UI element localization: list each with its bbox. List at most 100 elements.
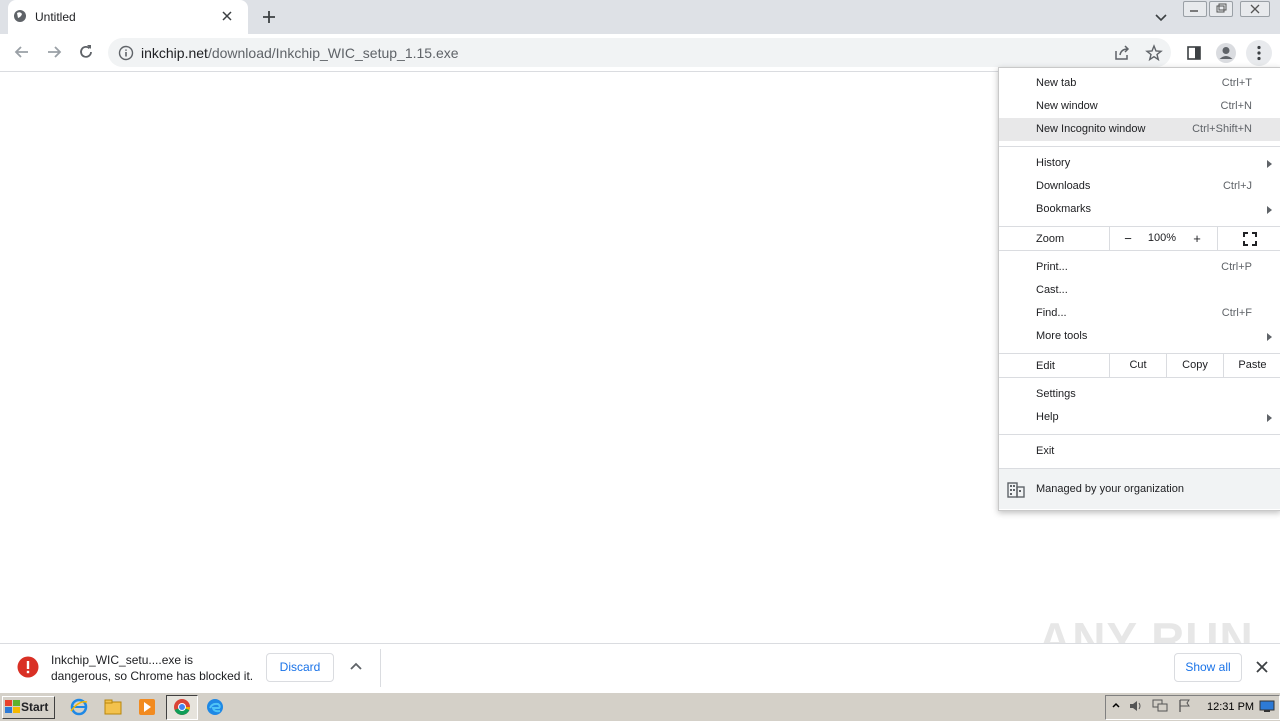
menu-item-label: New window bbox=[1036, 100, 1098, 112]
zoom-in-button[interactable]: + bbox=[1179, 227, 1215, 250]
submenu-arrow-icon bbox=[1267, 160, 1272, 168]
discard-button[interactable]: Discard bbox=[266, 653, 334, 682]
menu-item-downloads[interactable]: Downloads Ctrl+J bbox=[999, 175, 1280, 198]
flag-icon[interactable] bbox=[1177, 699, 1193, 713]
profile-avatar-icon[interactable] bbox=[1215, 42, 1237, 64]
edge-icon[interactable] bbox=[206, 698, 224, 716]
menu-item-history[interactable]: History bbox=[999, 152, 1280, 175]
media-player-icon[interactable] bbox=[138, 698, 156, 716]
network-icon[interactable] bbox=[1152, 699, 1168, 713]
menu-item-new-incognito-window[interactable]: New Incognito window Ctrl+Shift+N bbox=[999, 118, 1280, 141]
start-button[interactable]: Start bbox=[2, 696, 55, 719]
chevron-up-icon[interactable] bbox=[1110, 700, 1122, 712]
chrome-main-menu: New tab Ctrl+T New window Ctrl+N New Inc… bbox=[998, 67, 1280, 511]
restore-button[interactable] bbox=[1209, 1, 1233, 17]
close-icon bbox=[1250, 4, 1260, 14]
edit-label: Edit bbox=[1036, 360, 1055, 372]
show-desktop-icon[interactable] bbox=[1259, 699, 1275, 713]
menu-item-shortcut: Ctrl+T bbox=[1221, 77, 1252, 89]
menu-separator bbox=[999, 146, 1280, 147]
menu-item-new-tab[interactable]: New tab Ctrl+T bbox=[999, 72, 1280, 95]
menu-item-exit[interactable]: Exit bbox=[999, 440, 1280, 463]
minimize-button[interactable] bbox=[1183, 1, 1207, 17]
show-all-button[interactable]: Show all bbox=[1174, 653, 1242, 682]
menu-item-label: Print... bbox=[1036, 261, 1068, 273]
building-icon bbox=[1007, 482, 1025, 498]
bookmark-star-icon[interactable] bbox=[1144, 43, 1164, 63]
danger-warning-icon bbox=[17, 656, 39, 678]
menu-row-edit: Edit Cut Copy Paste bbox=[999, 354, 1280, 377]
menu-item-help[interactable]: Help bbox=[999, 406, 1280, 429]
windows-logo-icon bbox=[5, 700, 20, 713]
close-tab-icon[interactable] bbox=[219, 8, 235, 24]
zoom-out-button[interactable]: − bbox=[1109, 227, 1146, 250]
url-host: inkchip.net bbox=[141, 45, 208, 61]
menu-item-label: New Incognito window bbox=[1036, 123, 1146, 135]
internet-explorer-icon[interactable] bbox=[70, 698, 88, 716]
download-warning-line1: Inkchip_WIC_setu....exe is bbox=[51, 653, 194, 667]
menu-item-new-window[interactable]: New window Ctrl+N bbox=[999, 95, 1280, 118]
info-icon[interactable] bbox=[118, 45, 134, 61]
cut-button[interactable]: Cut bbox=[1109, 354, 1166, 377]
share-icon[interactable] bbox=[1112, 43, 1132, 63]
menu-item-label: Help bbox=[1036, 411, 1059, 423]
menu-item-label: New tab bbox=[1036, 77, 1077, 89]
menu-item-settings[interactable]: Settings bbox=[999, 383, 1280, 406]
menu-item-cast[interactable]: Cast... bbox=[999, 279, 1280, 302]
menu-button[interactable] bbox=[1246, 40, 1272, 66]
url-path: /download/Inkchip_WIC_setup_1.15.exe bbox=[207, 45, 459, 61]
reload-icon[interactable] bbox=[76, 42, 96, 62]
fullscreen-button[interactable] bbox=[1217, 227, 1280, 250]
menu-item-shortcut: Ctrl+F bbox=[1221, 307, 1252, 319]
menu-separator bbox=[999, 434, 1280, 435]
menu-item-label: Bookmarks bbox=[1036, 203, 1092, 215]
close-window-button[interactable] bbox=[1240, 1, 1270, 17]
menu-separator bbox=[999, 250, 1280, 251]
menu-item-bookmarks[interactable]: Bookmarks bbox=[999, 198, 1280, 221]
menu-item-managed[interactable]: Managed by your organization bbox=[999, 469, 1280, 509]
back-icon[interactable] bbox=[12, 42, 32, 62]
volume-icon[interactable] bbox=[1128, 699, 1144, 713]
forward-icon[interactable] bbox=[44, 42, 64, 62]
file-explorer-icon[interactable] bbox=[104, 698, 122, 716]
url-text: inkchip.net/download/Inkchip_WIC_setup_1… bbox=[141, 45, 459, 61]
menu-item-label: Find... bbox=[1036, 307, 1067, 319]
menu-item-shortcut: Ctrl+P bbox=[1221, 261, 1252, 273]
close-shelf-icon[interactable] bbox=[1254, 659, 1270, 675]
globe-icon bbox=[14, 10, 26, 22]
chevron-down-icon[interactable] bbox=[1152, 8, 1170, 26]
managed-label: Managed by your organization bbox=[1036, 483, 1184, 495]
download-shelf bbox=[0, 643, 1280, 693]
minimize-icon bbox=[1190, 10, 1198, 12]
fullscreen-icon bbox=[1242, 232, 1257, 246]
taskbar-clock: 12:31 PM bbox=[1207, 701, 1255, 713]
submenu-arrow-icon bbox=[1267, 333, 1272, 341]
submenu-arrow-icon bbox=[1267, 206, 1272, 214]
menu-item-label: Settings bbox=[1036, 388, 1076, 400]
restore-icon bbox=[1216, 3, 1227, 13]
copy-button[interactable]: Copy bbox=[1166, 354, 1223, 377]
chevron-up-icon[interactable] bbox=[348, 659, 364, 675]
menu-item-shortcut: Ctrl+N bbox=[1220, 100, 1252, 112]
zoom-level: 100% bbox=[1147, 232, 1177, 244]
shelf-divider bbox=[380, 649, 381, 687]
three-dots-vertical-icon bbox=[1257, 45, 1261, 61]
menu-item-print[interactable]: Print... Ctrl+P bbox=[999, 256, 1280, 279]
new-tab-icon[interactable] bbox=[259, 7, 279, 27]
menu-item-label: Cast... bbox=[1036, 284, 1068, 296]
menu-item-more-tools[interactable]: More tools bbox=[999, 325, 1280, 348]
taskbar-chrome-button[interactable] bbox=[166, 695, 198, 720]
chrome-icon bbox=[174, 699, 190, 715]
menu-item-label: History bbox=[1036, 157, 1071, 169]
paste-button[interactable]: Paste bbox=[1223, 354, 1280, 377]
tab-title: Untitled bbox=[35, 10, 76, 24]
side-panel-icon[interactable] bbox=[1184, 43, 1204, 63]
menu-item-label: Downloads bbox=[1036, 180, 1091, 192]
menu-item-shortcut: Ctrl+J bbox=[1222, 180, 1252, 192]
menu-row-zoom: Zoom − 100% + bbox=[999, 227, 1280, 250]
download-warning-line2: dangerous, so Chrome has blocked it. bbox=[51, 669, 254, 683]
menu-item-find[interactable]: Find... Ctrl+F bbox=[999, 302, 1280, 325]
start-label: Start bbox=[21, 700, 49, 714]
menu-item-label: Exit bbox=[1036, 445, 1055, 457]
zoom-label: Zoom bbox=[1036, 233, 1065, 245]
